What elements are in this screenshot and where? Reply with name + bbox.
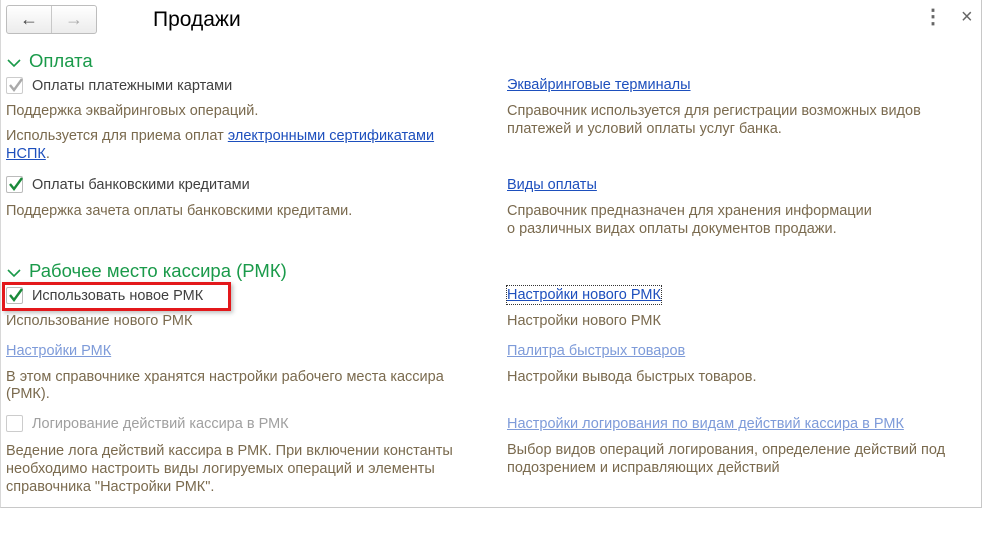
payment-types-desc-1: Справочник предназначен для хранения инф… bbox=[507, 203, 872, 219]
rmk-settings-desc-1: В этом справочнике хранятся настройки ра… bbox=[6, 369, 444, 385]
new-rmk-label: Использовать новое РМК bbox=[32, 288, 204, 304]
payment-types-link[interactable]: Виды оплаты bbox=[507, 176, 597, 194]
period: . bbox=[45, 146, 50, 162]
payment-types-desc-2: о различных видах оплаты документов прод… bbox=[507, 221, 837, 237]
log-settings-desc-1: Выбор видов операций логирования, опреде… bbox=[507, 442, 946, 458]
rmk-settings-desc-2: (РМК). bbox=[6, 386, 50, 402]
credits-label: Оплаты банковскими кредитами bbox=[32, 177, 250, 193]
nspk-certificates-link[interactable]: электронными сертификатами bbox=[228, 128, 434, 144]
terminals-desc-1: Справочник используется для регистрации … bbox=[507, 103, 921, 119]
logging-desc-2: необходимо настроить виды логируемых опе… bbox=[6, 461, 435, 477]
chevron-down-icon bbox=[7, 269, 21, 278]
new-rmk-desc: Использование нового РМК bbox=[6, 313, 193, 329]
check-icon bbox=[9, 177, 23, 191]
more-vertical-icon[interactable]: ⋮ bbox=[923, 7, 943, 27]
section-rmk-header[interactable]: Рабочее место кассира (РМК) bbox=[7, 260, 287, 282]
back-button[interactable]: ← bbox=[7, 6, 52, 33]
logging-checkbox[interactable] bbox=[6, 415, 23, 432]
quick-goods-palette-link[interactable]: Палитра быстрых товаров bbox=[507, 342, 685, 360]
palette-desc: Настройки вывода быстрых товаров. bbox=[507, 369, 757, 385]
section-title: Рабочее место кассира (РМК) bbox=[29, 260, 287, 281]
cards-usage-text: Используется для приема оплат bbox=[6, 128, 228, 144]
forward-button[interactable]: → bbox=[52, 6, 96, 33]
new-rmk-settings-link[interactable]: Настройки нового РМК bbox=[506, 285, 662, 305]
logging-desc-3: справочника "Настройки РМК". bbox=[6, 479, 215, 495]
check-icon bbox=[9, 78, 23, 92]
log-settings-desc-2: подозрением и исправляющих действий bbox=[507, 460, 780, 476]
rmk-settings-link[interactable]: Настройки РМК bbox=[6, 342, 111, 360]
check-icon bbox=[9, 288, 23, 302]
nspk-link[interactable]: НСПК bbox=[6, 146, 46, 162]
section-payment-header[interactable]: Оплата bbox=[7, 50, 93, 72]
cards-label: Оплаты платежными картами bbox=[32, 78, 233, 94]
credits-desc: Поддержка зачета оплаты банковскими кред… bbox=[6, 203, 353, 219]
new-rmk-checkbox[interactable] bbox=[6, 287, 23, 304]
credits-checkbox[interactable] bbox=[6, 176, 23, 193]
section-title: Оплата bbox=[29, 50, 93, 71]
acquiring-terminals-link[interactable]: Эквайринговые терминалы bbox=[507, 76, 691, 94]
close-icon[interactable]: × bbox=[961, 7, 973, 27]
sales-settings-window: ← → Продажи ⋮ × Оплата Оплаты платежными… bbox=[0, 0, 982, 508]
logging-label: Логирование действий кассира в РМК bbox=[32, 416, 289, 432]
navigation-buttons: ← → bbox=[6, 5, 97, 34]
log-settings-link[interactable]: Настройки логирования по видам действий … bbox=[507, 415, 904, 433]
terminals-desc-2: платежей и условий оплаты услуг банка. bbox=[507, 121, 782, 137]
chevron-down-icon bbox=[7, 59, 21, 68]
page-title: Продажи bbox=[153, 8, 241, 31]
new-rmk-settings-desc: Настройки нового РМК bbox=[507, 313, 661, 329]
logging-desc-1: Ведение лога действий кассира в РМК. При… bbox=[6, 443, 453, 459]
cards-checkbox[interactable] bbox=[6, 77, 23, 94]
cards-desc: Поддержка эквайринговых операций. bbox=[6, 103, 259, 119]
